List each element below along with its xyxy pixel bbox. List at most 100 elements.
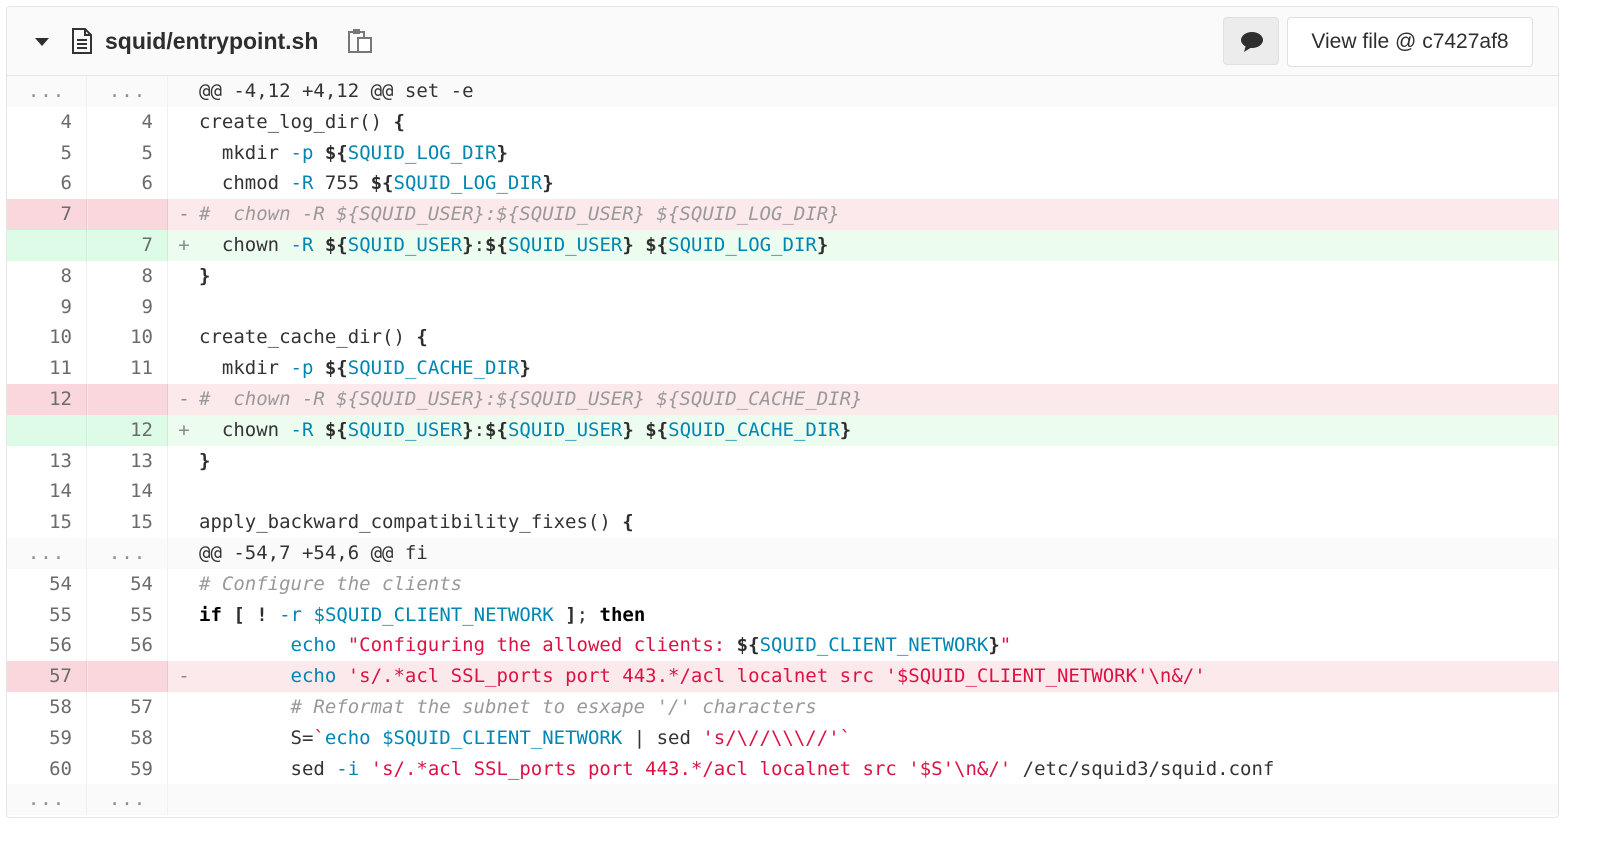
code-token: mkdir bbox=[199, 141, 291, 164]
line-content: + chown -R ${SQUID_USER}:${SQUID_USER} $… bbox=[169, 415, 1558, 446]
code-token: ${ bbox=[324, 418, 348, 441]
old-line-number[interactable]: 55 bbox=[7, 599, 87, 631]
old-line-number[interactable]: 10 bbox=[7, 322, 87, 354]
new-line-number[interactable]: 9 bbox=[88, 291, 168, 323]
code-token: { bbox=[622, 511, 634, 534]
old-line-number[interactable]: 14 bbox=[7, 476, 87, 508]
old-line-number[interactable] bbox=[7, 229, 87, 261]
new-line-number[interactable]: 6 bbox=[88, 168, 168, 200]
old-line-number[interactable]: 4 bbox=[7, 106, 87, 138]
line-content: # Configure the clients bbox=[169, 569, 1558, 600]
comment-icon bbox=[1241, 32, 1263, 52]
code-token: SQUID_CLIENT_NETWORK bbox=[759, 634, 989, 657]
view-file-button[interactable]: View file @ c7427af8 bbox=[1287, 17, 1533, 67]
code-token: } bbox=[199, 449, 211, 472]
chevron-down-icon[interactable] bbox=[34, 35, 50, 53]
new-line-number[interactable]: 58 bbox=[88, 722, 168, 754]
new-line-number[interactable]: 15 bbox=[88, 507, 168, 538]
code-token: 755 bbox=[313, 172, 371, 195]
code-token: ${ bbox=[485, 418, 508, 441]
new-line-number[interactable]: ... bbox=[88, 537, 168, 569]
old-line-number[interactable]: 13 bbox=[7, 445, 87, 477]
clipboard-icon[interactable] bbox=[347, 28, 373, 59]
line-content: - # chown -R ${SQUID_USER}:${SQUID_USER} … bbox=[169, 384, 1558, 415]
new-line-number[interactable]: 10 bbox=[88, 322, 168, 354]
new-line-number[interactable]: 11 bbox=[88, 353, 168, 384]
old-line-number[interactable]: ... bbox=[7, 76, 87, 107]
code-token: then bbox=[599, 603, 646, 626]
code-token: -p bbox=[290, 141, 314, 164]
code-token: SQUID_CACHE_DIR bbox=[347, 357, 520, 380]
old-line-number[interactable]: 8 bbox=[7, 260, 87, 292]
new-line-number[interactable] bbox=[88, 383, 168, 415]
new-line-number[interactable]: ... bbox=[88, 784, 168, 816]
old-line-number[interactable]: 58 bbox=[7, 691, 87, 723]
new-line-number[interactable]: 14 bbox=[88, 476, 168, 508]
code-token: } bbox=[199, 264, 211, 287]
code-token: } bbox=[462, 418, 474, 441]
code-token: SQUID_LOG_DIR bbox=[668, 233, 817, 256]
code-token: create_cache_dir() bbox=[199, 326, 417, 349]
new-line-number[interactable]: 5 bbox=[88, 137, 168, 169]
new-line-number[interactable]: 13 bbox=[88, 445, 168, 477]
line-content: chmod -R 755 ${SQUID_LOG_DIR} bbox=[169, 168, 1558, 199]
old-line-number[interactable]: 6 bbox=[7, 168, 87, 200]
old-line-number[interactable]: 9 bbox=[7, 291, 87, 323]
code-token: 's/.*acl SSL_ports port 443.*/acl localn… bbox=[347, 665, 897, 688]
old-line-number[interactable]: ... bbox=[7, 784, 87, 816]
new-line-number[interactable]: 7 bbox=[88, 229, 168, 261]
old-line-number[interactable]: 12 bbox=[7, 383, 87, 415]
new-line-number[interactable]: 54 bbox=[88, 568, 168, 600]
line-content: S=`echo $SQUID_CLIENT_NETWORK | sed 's/\… bbox=[169, 723, 1558, 754]
new-line-number[interactable]: 59 bbox=[88, 753, 168, 785]
old-line-number[interactable]: 56 bbox=[7, 630, 87, 662]
diff-line: 13 13} bbox=[7, 445, 1558, 477]
old-line-number[interactable]: 5 bbox=[7, 137, 87, 169]
code-token: 's/.*acl SSL_ports port 443.*/acl localn… bbox=[370, 757, 920, 780]
code-token: if bbox=[199, 603, 222, 626]
code-token: [ bbox=[233, 603, 245, 626]
old-line-number[interactable]: 54 bbox=[7, 568, 87, 600]
new-line-number[interactable]: 12 bbox=[88, 414, 168, 446]
old-line-number[interactable]: 15 bbox=[7, 507, 87, 538]
code-token: S= bbox=[199, 726, 314, 749]
new-line-number[interactable]: 57 bbox=[88, 691, 168, 723]
diff-marker: - bbox=[178, 387, 190, 410]
old-line-number[interactable]: 60 bbox=[7, 753, 87, 785]
diff-file: squid/entrypoint.sh View file @ c7427af8… bbox=[6, 6, 1559, 818]
code-token: '\n&/' bbox=[942, 757, 1012, 780]
diff-line: 12 - # chown -R ${SQUID_USER}:${SQUID_USER… bbox=[7, 383, 1558, 415]
code-token: apply_backward_compatibility_fixes() bbox=[199, 511, 623, 534]
new-line-number[interactable]: ... bbox=[88, 76, 168, 107]
file-text-icon bbox=[71, 28, 93, 59]
code-token: @@ -4,12 +4,12 @@ set -e bbox=[199, 80, 474, 102]
new-line-number[interactable]: 55 bbox=[88, 599, 168, 631]
toggle-comments-button[interactable] bbox=[1223, 17, 1279, 65]
old-line-number[interactable] bbox=[7, 414, 87, 446]
new-line-number[interactable]: 8 bbox=[88, 260, 168, 292]
old-line-number[interactable]: 59 bbox=[7, 722, 87, 754]
new-line-number[interactable]: 4 bbox=[88, 106, 168, 138]
code-token: SQUID_USER bbox=[347, 233, 463, 256]
code-token: '\n&/' bbox=[1137, 665, 1206, 688]
diff-marker: + bbox=[178, 233, 190, 256]
code-token: chmod bbox=[199, 172, 291, 195]
new-line-number[interactable] bbox=[88, 199, 168, 230]
old-line-number[interactable]: 7 bbox=[7, 199, 87, 230]
old-line-number[interactable]: 11 bbox=[7, 353, 87, 384]
code-token: } bbox=[462, 233, 474, 256]
old-line-number[interactable]: 57 bbox=[7, 661, 87, 692]
new-line-number[interactable] bbox=[88, 661, 168, 692]
line-content: - # chown -R ${SQUID_USER}:${SQUID_USER} … bbox=[169, 199, 1558, 230]
old-line-number[interactable]: ... bbox=[7, 537, 87, 569]
code-token: $S bbox=[919, 757, 943, 780]
code-token: : bbox=[473, 233, 486, 256]
new-line-number[interactable]: 56 bbox=[88, 630, 168, 662]
code-token: SQUID_USER bbox=[507, 418, 623, 441]
